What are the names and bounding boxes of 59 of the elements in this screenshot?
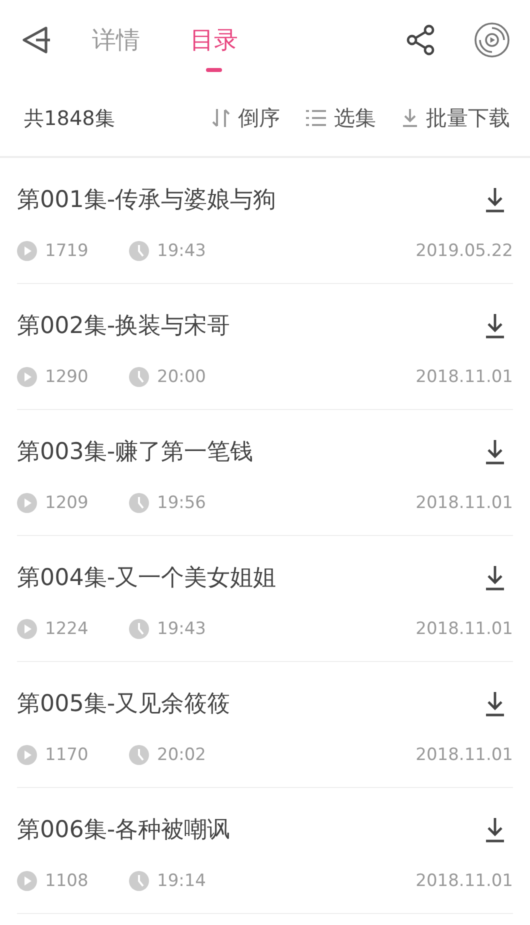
date: 2019.05.22 (416, 241, 513, 261)
clock-icon (129, 745, 149, 765)
play-icon (17, 367, 37, 387)
batch-download-button[interactable]: 批量下载 (402, 104, 510, 132)
download-icon (402, 108, 418, 128)
clock-icon (129, 367, 149, 387)
sort-icon (212, 108, 230, 128)
sort-button[interactable]: 倒序 (212, 104, 280, 132)
date: 2018.11.01 (416, 745, 513, 765)
play-icon (17, 871, 37, 891)
episode-count: 共1848集 (24, 104, 116, 132)
episode-item[interactable]: 第003集-赚了第一笔钱 1209 19:56 2018.11.01 (17, 410, 513, 536)
episode-item[interactable]: 第005集-又见余筱筱 1170 20:02 2018.11.01 (17, 662, 513, 788)
list-icon (306, 109, 326, 127)
play-count: 1719 (45, 241, 90, 261)
download-icon[interactable] (485, 312, 505, 338)
download-icon[interactable] (485, 690, 505, 716)
download-icon[interactable] (485, 564, 505, 590)
episode-title: 第004集-又一个美女姐姐 (17, 564, 276, 593)
play-icon (17, 745, 37, 765)
clock-icon (129, 619, 149, 639)
date: 2018.11.01 (416, 367, 513, 387)
clock-icon (129, 493, 149, 513)
duration: 19:43 (157, 619, 206, 639)
play-icon (17, 493, 37, 513)
play-count: 1224 (45, 619, 90, 639)
back-icon[interactable] (20, 25, 52, 55)
episode-item[interactable]: 第006集-各种被嘲讽 1108 19:14 2018.11.01 (17, 788, 513, 914)
duration: 19:43 (157, 241, 206, 261)
episode-title: 第003集-赚了第一笔钱 (17, 438, 254, 467)
episode-title: 第002集-换装与宋哥 (17, 312, 230, 341)
episode-item[interactable]: 第001集-传承与婆娘与狗 1719 19:43 2019.05.22 (17, 158, 513, 284)
play-count: 1209 (45, 493, 90, 513)
duration: 20:02 (157, 745, 206, 765)
episode-title: 第005集-又见余筱筱 (17, 690, 230, 719)
episode-title: 第001集-传承与婆娘与狗 (17, 186, 276, 215)
duration: 19:14 (157, 871, 206, 891)
clock-icon (129, 241, 149, 261)
play-icon (17, 241, 37, 261)
episode-item[interactable]: 第002集-换装与宋哥 1290 20:00 2018.11.01 (17, 284, 513, 410)
duration: 20:00 (157, 367, 206, 387)
disc-icon[interactable] (474, 22, 510, 58)
date: 2018.11.01 (416, 493, 513, 513)
date: 2018.11.01 (416, 871, 513, 891)
episode-title: 第006集-各种被嘲讽 (17, 816, 230, 845)
share-icon[interactable] (406, 24, 436, 56)
download-icon[interactable] (485, 816, 505, 842)
download-icon[interactable] (485, 186, 505, 212)
date: 2018.11.01 (416, 619, 513, 639)
play-icon (17, 619, 37, 639)
tab[interactable]: 目录 (190, 4, 238, 76)
episode-item[interactable]: 第004集-又一个美女姐姐 1224 19:43 2018.11.01 (17, 536, 513, 662)
play-count: 1108 (45, 871, 90, 891)
play-count: 1290 (45, 367, 90, 387)
clock-icon (129, 871, 149, 891)
select-button[interactable]: 选集 (306, 104, 376, 132)
download-icon[interactable] (485, 438, 505, 464)
play-count: 1170 (45, 745, 90, 765)
duration: 19:56 (157, 493, 206, 513)
